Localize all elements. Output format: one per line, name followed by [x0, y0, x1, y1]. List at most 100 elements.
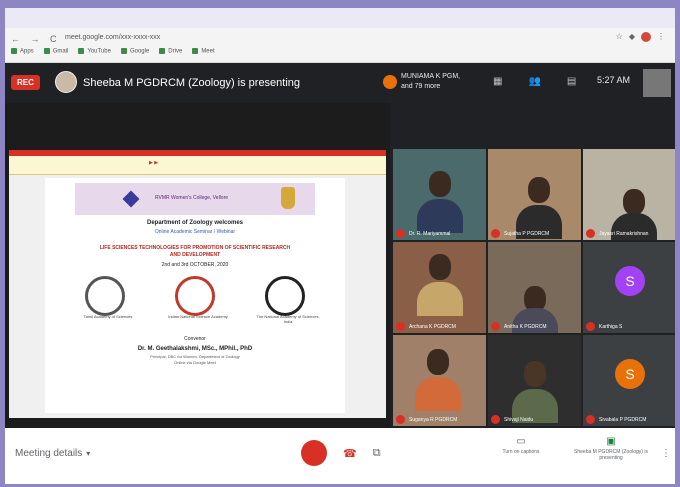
- recording-badge: REC: [11, 75, 40, 90]
- chevron-down-icon: ▾: [86, 449, 91, 458]
- participant-badge: [491, 229, 500, 238]
- presenting-banner: Sheeba M PGDRCM (Zoology) is presenting: [83, 77, 301, 89]
- college-logo-icon: [122, 190, 140, 208]
- participant-name: Suganya R PGDRCM: [409, 417, 458, 423]
- convenor-name: Dr. M. Geethalakshmi, MSc., MPhil., PhD: [137, 346, 253, 352]
- event-date: 2nd and 3rd OCTOBER, 2020: [161, 262, 229, 268]
- participant-tile[interactable]: S Sivabala P PGDRCM: [583, 335, 675, 426]
- academy-logos: [85, 276, 305, 316]
- logo-caption: The National Academy of Sciences, India: [256, 314, 320, 324]
- bookmark-item[interactable]: Google: [120, 48, 149, 55]
- joined-avatar: [383, 75, 397, 89]
- meeting-clock: 5:27 AM: [597, 75, 631, 85]
- address-bar[interactable]: meet.google.com/xxx-xxxx-xxx: [65, 32, 245, 44]
- participant-tile[interactable]: Archana K PGDRCM: [393, 242, 486, 333]
- self-view-thumbnail[interactable]: [643, 69, 671, 97]
- bookmark-item[interactable]: Drive: [159, 48, 182, 55]
- captions-label: Turn on captions: [502, 449, 540, 455]
- participant-video: [528, 177, 550, 203]
- ribbon-link[interactable]: ▶ ▶: [149, 160, 158, 166]
- presenter-avatar: [55, 71, 77, 93]
- captions-icon: ▭: [516, 436, 526, 447]
- participant-video: [623, 189, 645, 215]
- slide-page: RVMR Women's College, Vellore Department…: [45, 178, 345, 413]
- participant-tile[interactable]: Shivaji Naidu: [488, 335, 581, 426]
- academy-seal-icon: [265, 276, 305, 316]
- event-title-line2: AND DEVELOPMENT: [169, 252, 221, 258]
- participant-video: [427, 349, 449, 375]
- captions-button[interactable]: ▭ Turn on captions: [491, 436, 551, 455]
- screenshot-frame: ← → C meet.google.com/xxx-xxxx-xxx ☆ ◆ ⋮…: [5, 8, 675, 484]
- participant-tile[interactable]: Jayasri Ramakrishnan: [583, 149, 675, 240]
- bookmark-item[interactable]: Gmail: [43, 48, 68, 55]
- extension-icon[interactable]: ◆: [629, 32, 635, 42]
- more-options-icon[interactable]: ⋮: [661, 448, 671, 459]
- department-title: Department of Zoology welcomes: [146, 220, 243, 226]
- browser-chrome: ← → C meet.google.com/xxx-xxxx-xxx ☆ ◆ ⋮…: [5, 28, 675, 63]
- layout-icon[interactable]: ▦: [493, 76, 502, 87]
- meeting-details-label: Meeting details: [15, 448, 83, 459]
- participant-tile[interactable]: Anitha K PGDRCM: [488, 242, 581, 333]
- participant-tile[interactable]: S Karthiga S: [583, 242, 675, 333]
- profile-avatar[interactable]: [641, 32, 651, 42]
- call-controls: ☎ ⧉: [301, 440, 381, 466]
- header-icons: ▦ 👥 ▤: [493, 76, 576, 87]
- participant-badge: [586, 229, 595, 238]
- participant-name: Sivabala P PGDRCM: [599, 417, 647, 423]
- participant-name: Archana K PGDRCM: [409, 324, 456, 330]
- people-icon[interactable]: 👥: [528, 76, 540, 87]
- meet-window: REC Sheeba M PGDRCM (Zoology) is present…: [5, 63, 675, 428]
- event-subtitle: Online Academic Seminar / Webinar: [154, 229, 236, 235]
- mic-button[interactable]: [301, 440, 327, 466]
- participant-tile[interactable]: Suganya R PGDRCM: [393, 335, 486, 426]
- academy-seal-icon: [175, 276, 215, 316]
- academy-seal-icon: [85, 276, 125, 316]
- participant-video: [524, 361, 546, 387]
- participant-badge: [491, 415, 500, 424]
- convenor-label: Convenor: [184, 336, 206, 342]
- browser-nav-buttons[interactable]: ← → C: [11, 34, 61, 44]
- meet-header: REC Sheeba M PGDRCM (Zoology) is present…: [5, 63, 675, 103]
- participant-badge: [491, 322, 500, 331]
- shared-slide: ▶ ▶ RVMR Women's College, Vellore Depart…: [9, 150, 386, 418]
- bookmarks-bar: Apps Gmail YouTube Google Drive Meet: [11, 48, 215, 55]
- participant-name: Karthiga S: [599, 324, 623, 330]
- participant-initial-avatar: S: [615, 359, 645, 389]
- participant-name: Dr. R. Mariyammal: [409, 231, 451, 237]
- meeting-details-button[interactable]: Meeting details ▾: [15, 448, 90, 459]
- hang-up-icon[interactable]: ☎: [343, 447, 357, 460]
- bookmark-item[interactable]: YouTube: [78, 48, 111, 55]
- participant-name: Shivaji Naidu: [504, 417, 534, 423]
- participant-name: Sujatha P PGDRCM: [504, 231, 550, 237]
- participant-name: Anitha K PGDRCM: [504, 324, 547, 330]
- window-strip: [5, 8, 675, 28]
- chat-icon[interactable]: ▤: [567, 76, 576, 87]
- participant-name: Jayasri Ramakrishnan: [599, 231, 649, 237]
- present-screen-icon: ▣: [606, 436, 616, 447]
- presentation-area: ▶ ▶ RVMR Women's College, Vellore Depart…: [5, 103, 390, 428]
- participant-badge: [396, 229, 405, 238]
- presenting-status-label: Sheeba M PGDRCM (Zoology) is presenting: [574, 449, 648, 461]
- participant-tile[interactable]: Sujatha P PGDRCM: [488, 149, 581, 240]
- bookmark-item[interactable]: Apps: [11, 48, 34, 55]
- logo-captions: Tamil Academy of Sciences Indian Nationa…: [73, 314, 323, 324]
- bookmark-item[interactable]: Meet: [192, 48, 215, 55]
- participant-initial-avatar: S: [615, 266, 645, 296]
- participant-badge: [586, 415, 595, 424]
- convenor-detail: Online via Google Meet: [174, 360, 216, 365]
- trophy-icon: [281, 187, 295, 209]
- participant-badge: [586, 322, 595, 331]
- star-icon[interactable]: ☆: [616, 32, 623, 42]
- menu-icon[interactable]: ⋮: [657, 32, 665, 42]
- participant-tile[interactable]: Dr. R. Mariyammal: [393, 149, 486, 240]
- participants-joined-text: MUNIAMA K PGM, and 79 more: [401, 73, 461, 90]
- convenor-detail: Principal, DBC for Women, Department of …: [150, 354, 240, 359]
- logo-caption: Tamil Academy of Sciences: [83, 314, 133, 319]
- event-title-line1: LIFE SCIENCES TECHNOLOGIES FOR PROMOTION…: [99, 245, 291, 251]
- participant-grid: Dr. R. Mariyammal Sujatha P PGDRCM Jayas…: [393, 149, 675, 429]
- logo-caption: Indian National Science Academy: [168, 314, 228, 319]
- slide-ribbon: ▶ ▶: [9, 156, 386, 175]
- camera-icon[interactable]: ⧉: [373, 447, 381, 460]
- participant-badge: [396, 415, 405, 424]
- presenting-status-button[interactable]: ▣ Sheeba M PGDRCM (Zoology) is presentin…: [563, 436, 659, 461]
